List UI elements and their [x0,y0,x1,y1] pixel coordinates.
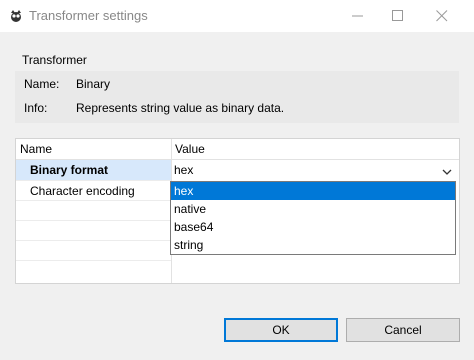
binary-format-dropdown-list[interactable]: hex native base64 string [170,181,456,255]
name-value: Binary [76,77,111,91]
column-header-name[interactable]: Name [20,142,52,156]
combo-value: hex [174,163,194,177]
close-icon [436,10,448,22]
ok-button[interactable]: OK [224,318,338,342]
info-label: Info: [24,101,48,115]
close-button[interactable] [420,0,466,32]
row-divider [16,200,171,201]
chevron-down-icon[interactable] [442,165,452,179]
maximize-button[interactable] [376,0,422,32]
maximize-icon [392,10,403,21]
binary-format-combo[interactable]: hex [172,160,459,180]
property-name-binary-format[interactable]: Binary format [30,163,108,177]
column-header-value[interactable]: Value [175,142,205,156]
dropdown-option-string[interactable]: string [171,236,455,254]
window-title: Transformer settings [29,8,148,23]
cancel-button[interactable]: Cancel [346,318,460,342]
dropdown-option-native[interactable]: native [171,200,455,218]
dropdown-option-base64[interactable]: base64 [171,218,455,236]
transformer-settings-dialog: Transformer settings Transformer Name: B… [0,0,474,360]
row-divider [16,260,171,261]
title-bar: Transformer settings [0,0,474,32]
row-divider [16,220,171,221]
row-divider [16,240,171,241]
row-divider [16,180,171,181]
dropdown-option-hex[interactable]: hex [171,182,455,200]
transformer-section-label: Transformer [22,53,87,67]
property-name-character-encoding[interactable]: Character encoding [30,184,135,198]
info-value: Represents string value as binary data. [76,101,285,115]
transformer-info-box: Name: Binary Info: Represents string val… [15,71,459,123]
name-label: Name: [24,77,60,91]
app-icon [8,8,24,24]
minimize-icon [352,15,363,17]
